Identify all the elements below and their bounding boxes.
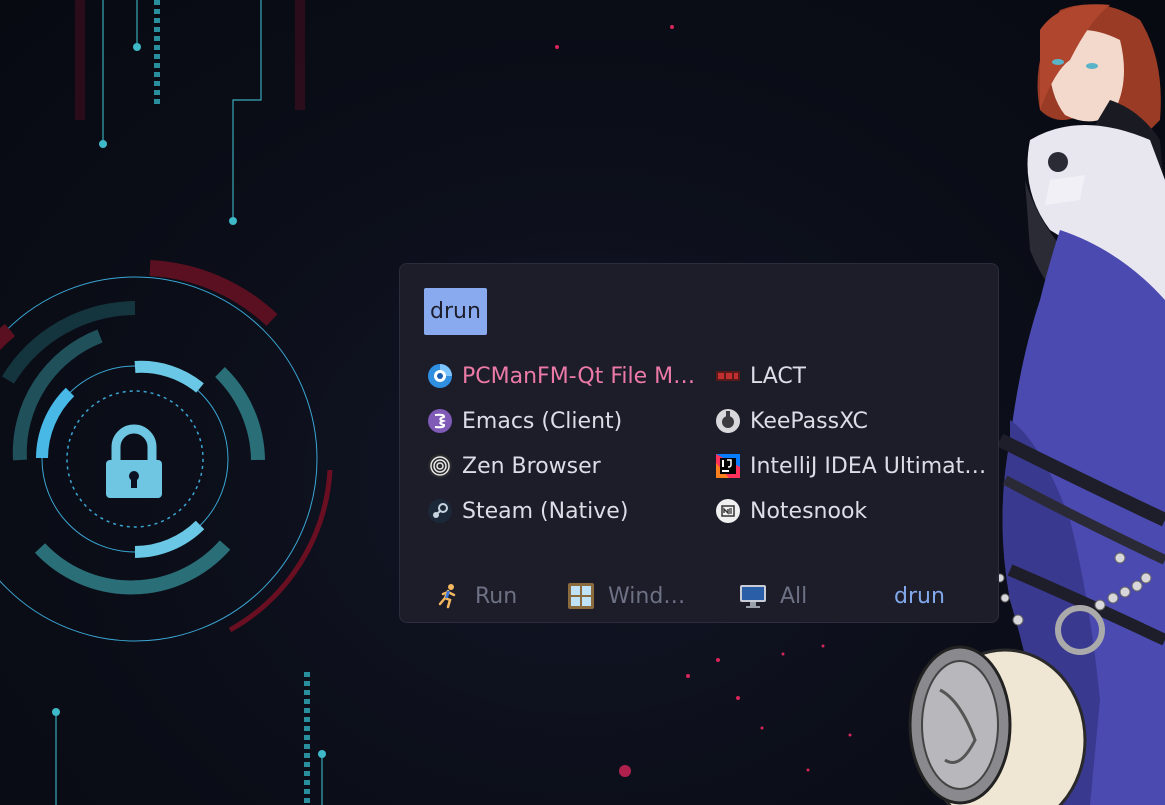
- app-launcher-window: drun PCManFM-Qt File M… LACT Emacs (Clie…: [399, 263, 999, 623]
- app-label: KeePassXC: [750, 408, 868, 434]
- mode-label: Wind…: [608, 583, 686, 609]
- windows-icon: [568, 583, 594, 609]
- running-person-icon: [438, 584, 456, 609]
- red-glow-lines: [75, 0, 305, 120]
- circuit-nodes: [52, 43, 326, 758]
- app-item-keepassxc[interactable]: KeePassXC: [715, 401, 995, 441]
- lact-gpu-icon: [716, 371, 740, 381]
- monitor-icon: [740, 585, 766, 608]
- mode-drun-button[interactable]: drun: [894, 576, 945, 616]
- mode-windows-button[interactable]: Wind…: [567, 576, 685, 616]
- steam-icon: [428, 499, 452, 523]
- mode-label: All: [780, 583, 808, 609]
- mode-label: Run: [475, 583, 518, 609]
- notesnook-icon: [716, 499, 740, 523]
- app-item-lact[interactable]: LACT: [715, 356, 995, 396]
- mode-prompt: drun: [424, 288, 487, 335]
- app-label: IntelliJ IDEA Ultimat…: [750, 453, 987, 479]
- zen-browser-icon: [428, 454, 452, 478]
- app-label: Zen Browser: [462, 453, 601, 479]
- app-label: PCManFM-Qt File M…: [462, 363, 696, 389]
- mode-label: drun: [894, 583, 945, 609]
- app-item-emacs[interactable]: Emacs (Client): [427, 401, 707, 441]
- dashed-bars: [154, 0, 310, 805]
- app-label: Emacs (Client): [462, 408, 623, 434]
- keepassxc-icon: [716, 409, 740, 433]
- circuit-lines: [55, 0, 323, 805]
- intellij-icon: [716, 454, 740, 478]
- pcmanfm-qt-icon: [428, 364, 452, 388]
- emacs-icon: [428, 409, 452, 433]
- app-label: LACT: [750, 363, 807, 389]
- lock-emblem: [0, 260, 333, 642]
- app-item-steam[interactable]: Steam (Native): [427, 491, 707, 531]
- app-item-zen-browser[interactable]: Zen Browser: [427, 446, 707, 486]
- mode-all-button[interactable]: All: [739, 576, 807, 616]
- app-item-notesnook[interactable]: Notesnook: [715, 491, 995, 531]
- app-item-pcmanfm-qt[interactable]: PCManFM-Qt File M…: [427, 356, 707, 396]
- mode-run-button[interactable]: Run: [434, 576, 517, 616]
- mode-switcher: Run Wind… All drun: [400, 576, 1000, 616]
- app-item-intellij[interactable]: IntelliJ IDEA Ultimat…: [715, 446, 995, 486]
- app-label: Steam (Native): [462, 498, 629, 524]
- app-label: Notesnook: [750, 498, 868, 524]
